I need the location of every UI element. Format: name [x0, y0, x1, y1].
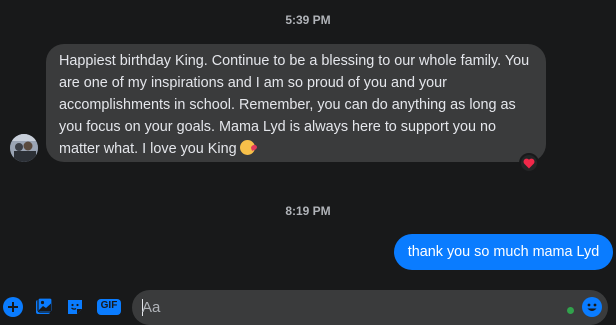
timestamp: 8:19 PM — [285, 204, 331, 218]
message-composer: GIF — [0, 288, 616, 325]
outgoing-message-bubble[interactable]: thank you so much mama Lyd — [394, 234, 613, 270]
smile-icon[interactable] — [581, 296, 603, 318]
timestamp: 5:39 PM — [285, 13, 331, 27]
online-status-dot — [567, 307, 574, 314]
sticker-icon[interactable] — [64, 296, 86, 318]
message-input-container — [132, 290, 608, 325]
incoming-message-bubble[interactable]: Happiest birthday King. Continue to be a… — [46, 44, 546, 162]
heart-reaction-icon[interactable] — [519, 153, 539, 173]
message-input[interactable] — [142, 290, 542, 325]
kissing-face-emoji-icon — [239, 140, 255, 155]
gif-label: GIF — [100, 300, 118, 311]
incoming-message-text: Happiest birthday King. Continue to be a… — [59, 53, 530, 157]
sender-avatar[interactable] — [10, 134, 38, 162]
plus-icon[interactable] — [2, 296, 24, 318]
outgoing-message-text: thank you so much mama Lyd — [407, 244, 600, 260]
image-icon[interactable] — [33, 296, 55, 318]
gif-icon[interactable]: GIF — [96, 296, 122, 318]
